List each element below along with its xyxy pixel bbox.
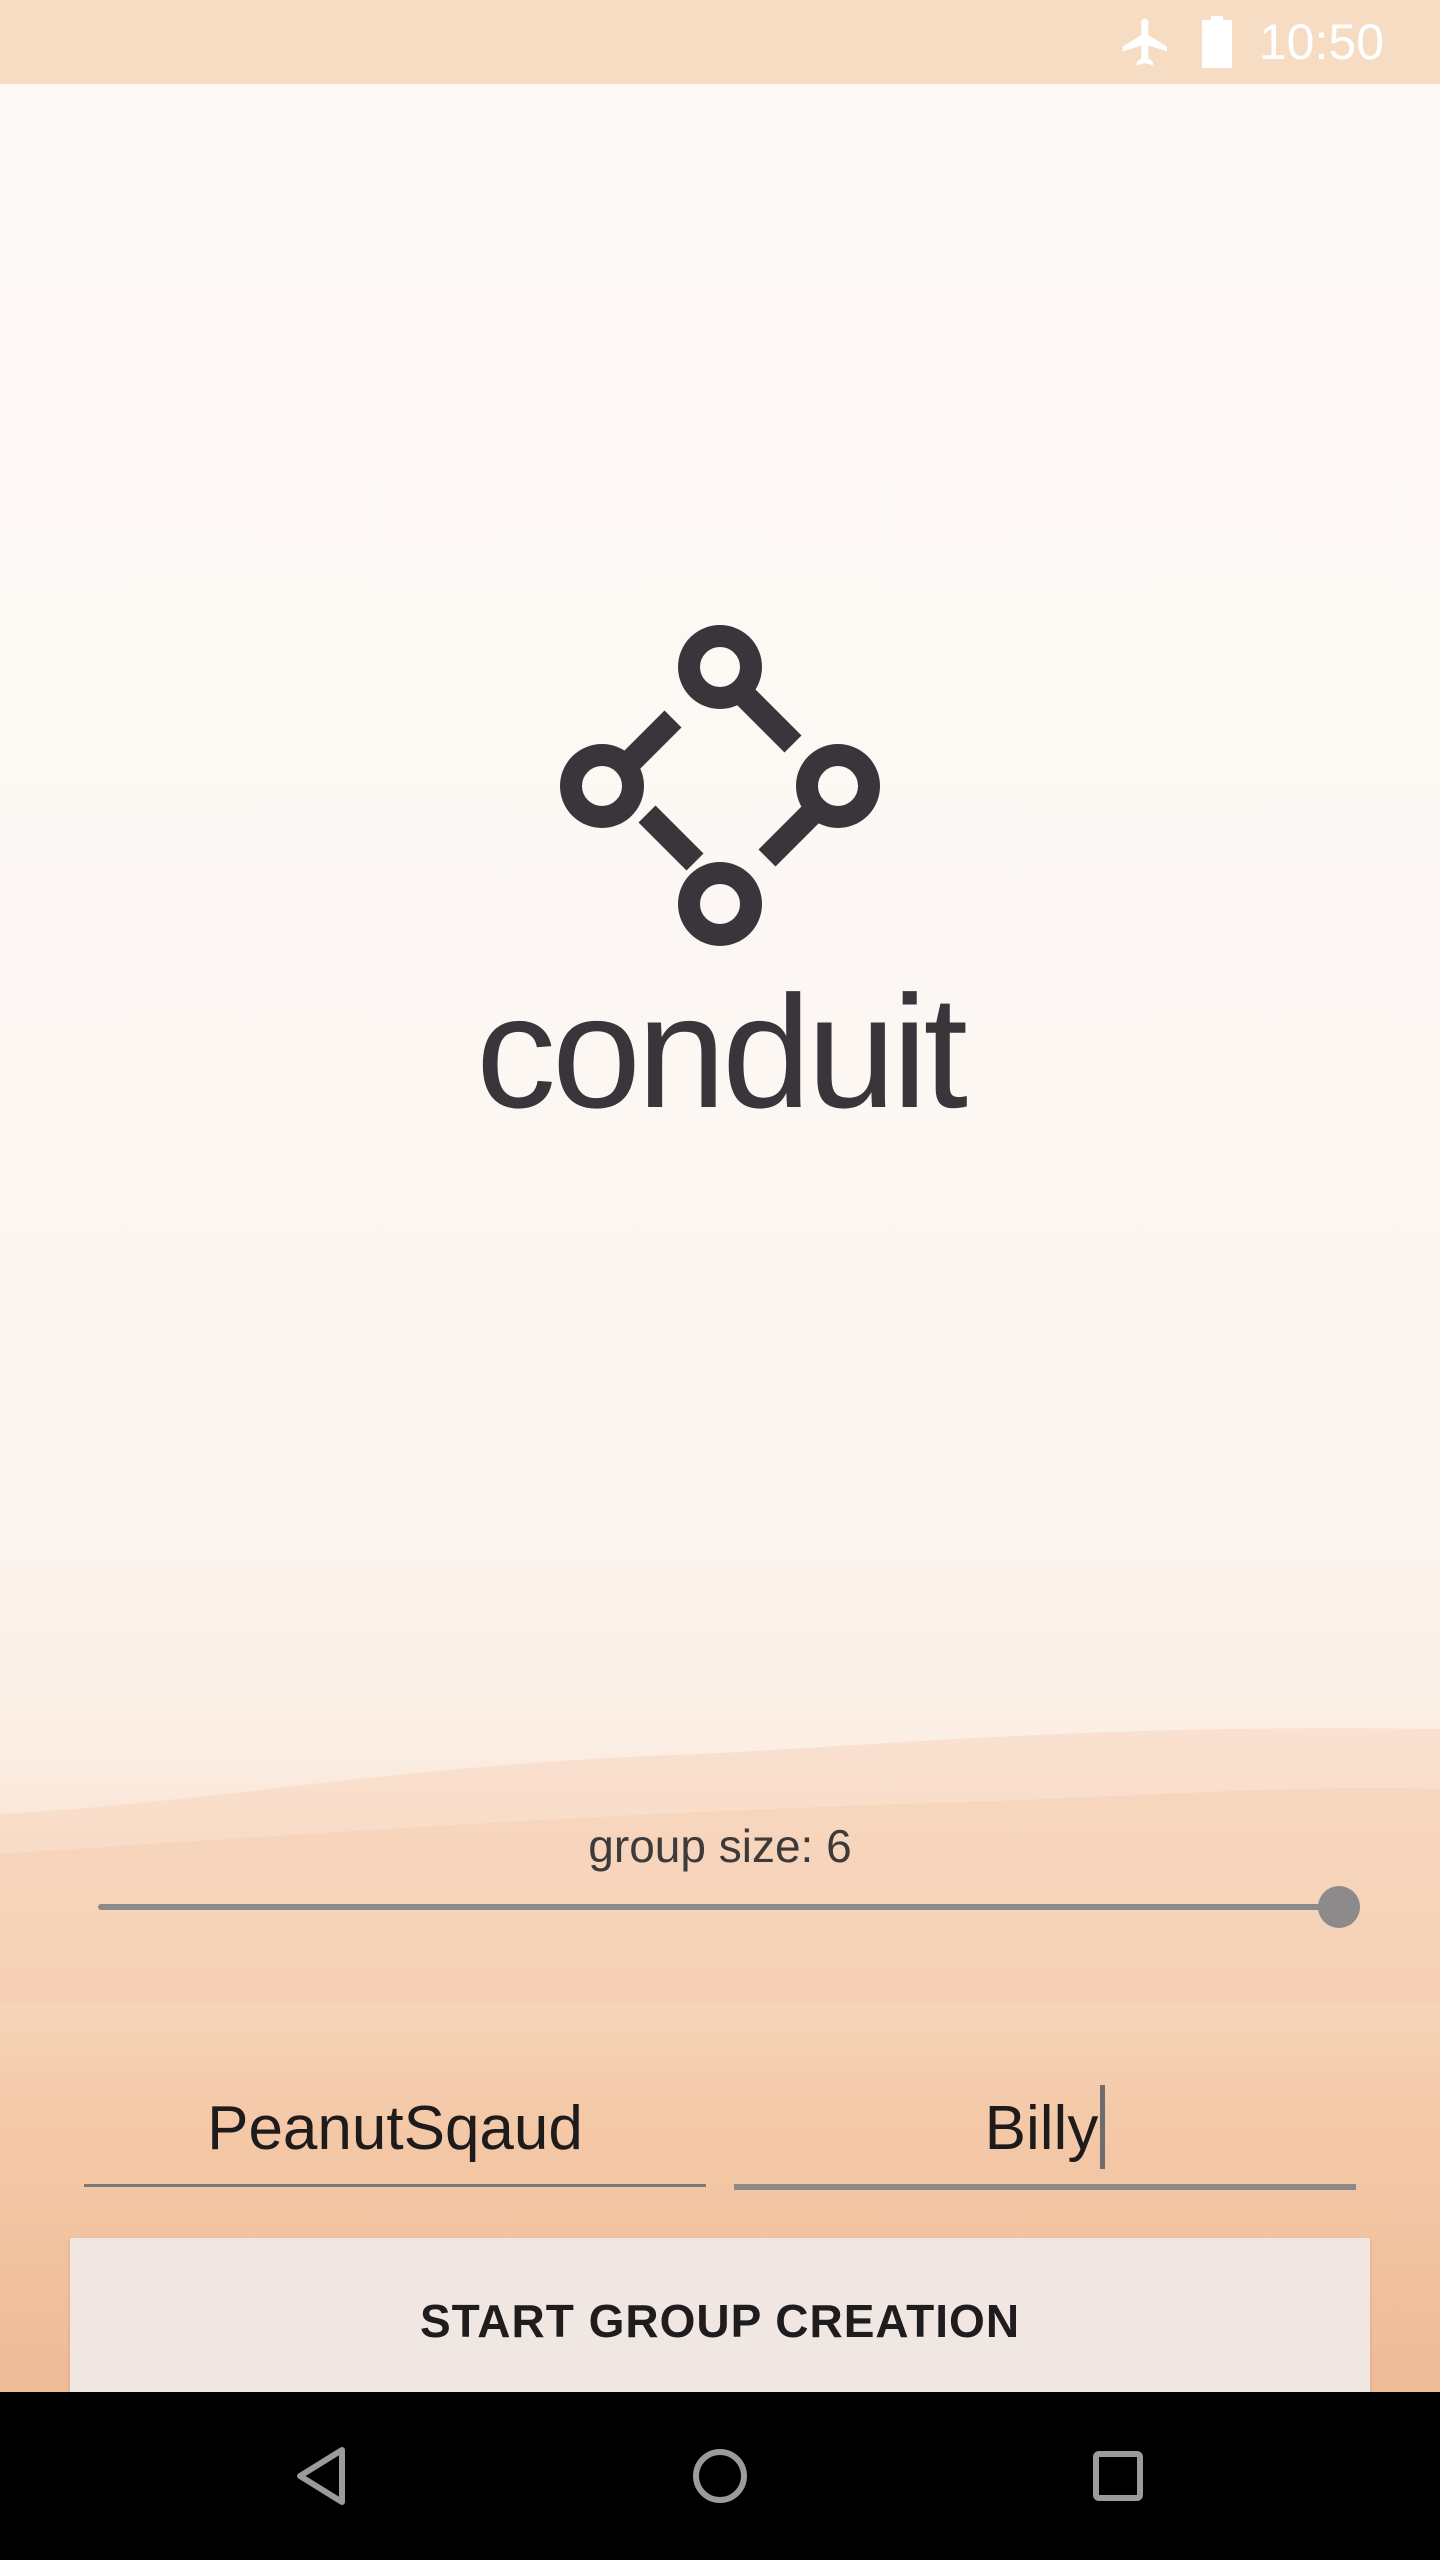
app-wordmark: conduit	[476, 962, 968, 1141]
group-size-slider[interactable]	[98, 1904, 1340, 1910]
airplane-mode-icon	[1122, 18, 1167, 66]
start-group-creation-button[interactable]: START GROUP CREATION	[70, 2238, 1370, 2392]
home-icon[interactable]	[680, 2436, 760, 2516]
back-icon[interactable]	[282, 2436, 362, 2516]
recents-icon[interactable]	[1078, 2436, 1158, 2516]
user-name-field[interactable]: Billy	[734, 2074, 1356, 2190]
status-bar: 10:50	[0, 0, 1440, 84]
group-name-value: PeanutSqaud	[207, 2094, 583, 2163]
group-size-label: group size: 6	[588, 1820, 852, 1872]
main-content: conduit group size: 6 PeanutSqaud Billy …	[0, 84, 1440, 2392]
conduit-logo-icon	[560, 625, 880, 946]
status-time: 10:50	[1258, 14, 1384, 70]
user-name-value: Billy	[984, 2094, 1099, 2163]
text-cursor	[1100, 2084, 1106, 2169]
battery-full-icon	[1202, 16, 1232, 68]
group-name-field[interactable]: PeanutSqaud	[84, 2074, 706, 2187]
navigation-bar	[0, 2392, 1440, 2560]
group-size-slider-thumb[interactable]	[1318, 1886, 1360, 1928]
